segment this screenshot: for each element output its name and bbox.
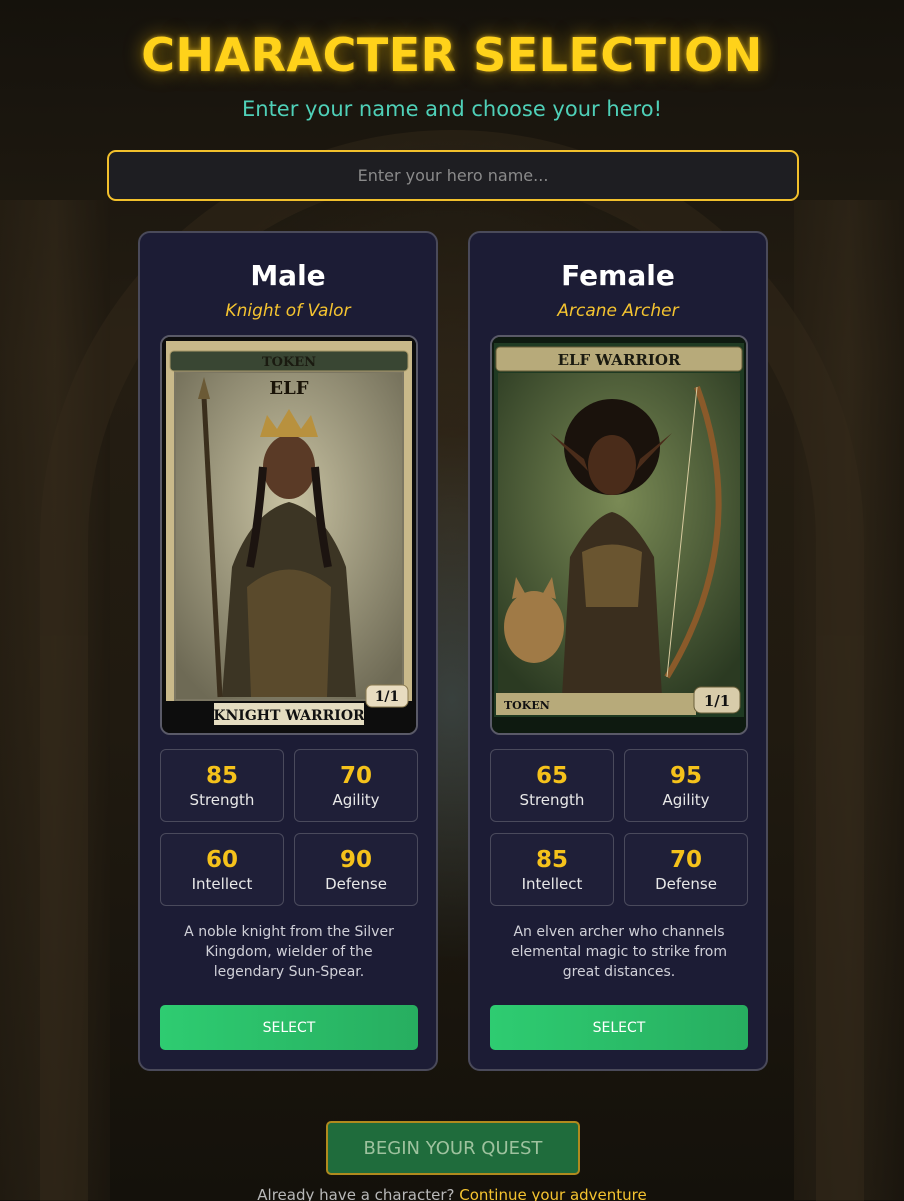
stat-intellect: 60 Intellect	[160, 833, 284, 906]
stats-grid: 65 Strength 95 Agility 85 Intellect 70 D…	[490, 749, 748, 906]
stat-label: Intellect	[191, 875, 253, 893]
stat-defense: 90 Defense	[294, 833, 418, 906]
stat-agility: 70 Agility	[294, 749, 418, 822]
character-card-male[interactable]: Male Knight of Valor TOKEN ELF KNIGHT WA…	[138, 231, 438, 1071]
stats-grid: 85 Strength 70 Agility 60 Intellect 90 D…	[160, 749, 418, 906]
card-bottom-label: TOKEN	[504, 699, 550, 712]
card-type: ELF	[269, 378, 308, 399]
character-portrait-male: TOKEN ELF KNIGHT WARRIOR 1/1	[160, 335, 418, 735]
stat-strength: 85 Strength	[160, 749, 284, 822]
card-power-toughness: 1/1	[375, 689, 400, 705]
stat-value: 90	[339, 847, 372, 873]
continue-adventure-link[interactable]: Continue your adventure	[459, 1186, 647, 1201]
stat-strength: 65 Strength	[490, 749, 614, 822]
stat-value: 70	[339, 763, 372, 789]
stat-value: 60	[205, 847, 238, 873]
stat-intellect: 85 Intellect	[490, 833, 614, 906]
character-description: A noble knight from the Silver Kingdom, …	[184, 924, 394, 980]
character-name: Female	[561, 259, 675, 292]
card-top-label: ELF WARRIOR	[558, 351, 681, 369]
character-portrait-female: ELF WARRIOR TOKEN 1/1	[490, 335, 748, 735]
stat-defense: 70 Defense	[624, 833, 748, 906]
stat-label: Strength	[519, 791, 585, 809]
stat-label: Intellect	[521, 875, 583, 893]
hero-name-input[interactable]	[107, 150, 799, 201]
stat-label: Agility	[662, 791, 710, 809]
character-name: Male	[250, 259, 326, 292]
begin-quest-button[interactable]: BEGIN YOUR QUEST	[326, 1121, 580, 1175]
page-title: CHARACTER SELECTION	[141, 28, 763, 82]
page-subtitle: Enter your name and choose your hero!	[242, 97, 662, 121]
select-female-button[interactable]: SELECT	[490, 1005, 748, 1050]
stat-value: 85	[535, 847, 568, 873]
card-power-toughness: 1/1	[704, 692, 730, 710]
character-description: An elven archer who channels elemental m…	[511, 924, 727, 980]
footer: Already have a character? Continue your …	[0, 1186, 904, 1201]
footer-text: Already have a character?	[257, 1186, 455, 1201]
background-pillar-left	[0, 200, 110, 1200]
stat-value: 65	[535, 763, 568, 789]
character-card-female[interactable]: Female Arcane Archer ELF WARRIOR TOKEN 1…	[468, 231, 768, 1071]
character-class: Knight of Valor	[225, 301, 351, 321]
stat-value: 70	[669, 847, 702, 873]
stat-label: Defense	[325, 875, 387, 893]
character-class: Arcane Archer	[557, 301, 679, 321]
select-male-button[interactable]: SELECT	[160, 1005, 418, 1050]
background-pillar-right	[794, 200, 904, 1200]
stat-label: Defense	[655, 875, 717, 893]
stat-agility: 95 Agility	[624, 749, 748, 822]
card-bottom-label: KNIGHT WARRIOR	[213, 708, 365, 724]
card-top-label: TOKEN	[262, 355, 316, 370]
stat-label: Strength	[189, 791, 255, 809]
stat-value: 95	[669, 763, 702, 789]
stat-value: 85	[205, 763, 238, 789]
stat-label: Agility	[332, 791, 380, 809]
